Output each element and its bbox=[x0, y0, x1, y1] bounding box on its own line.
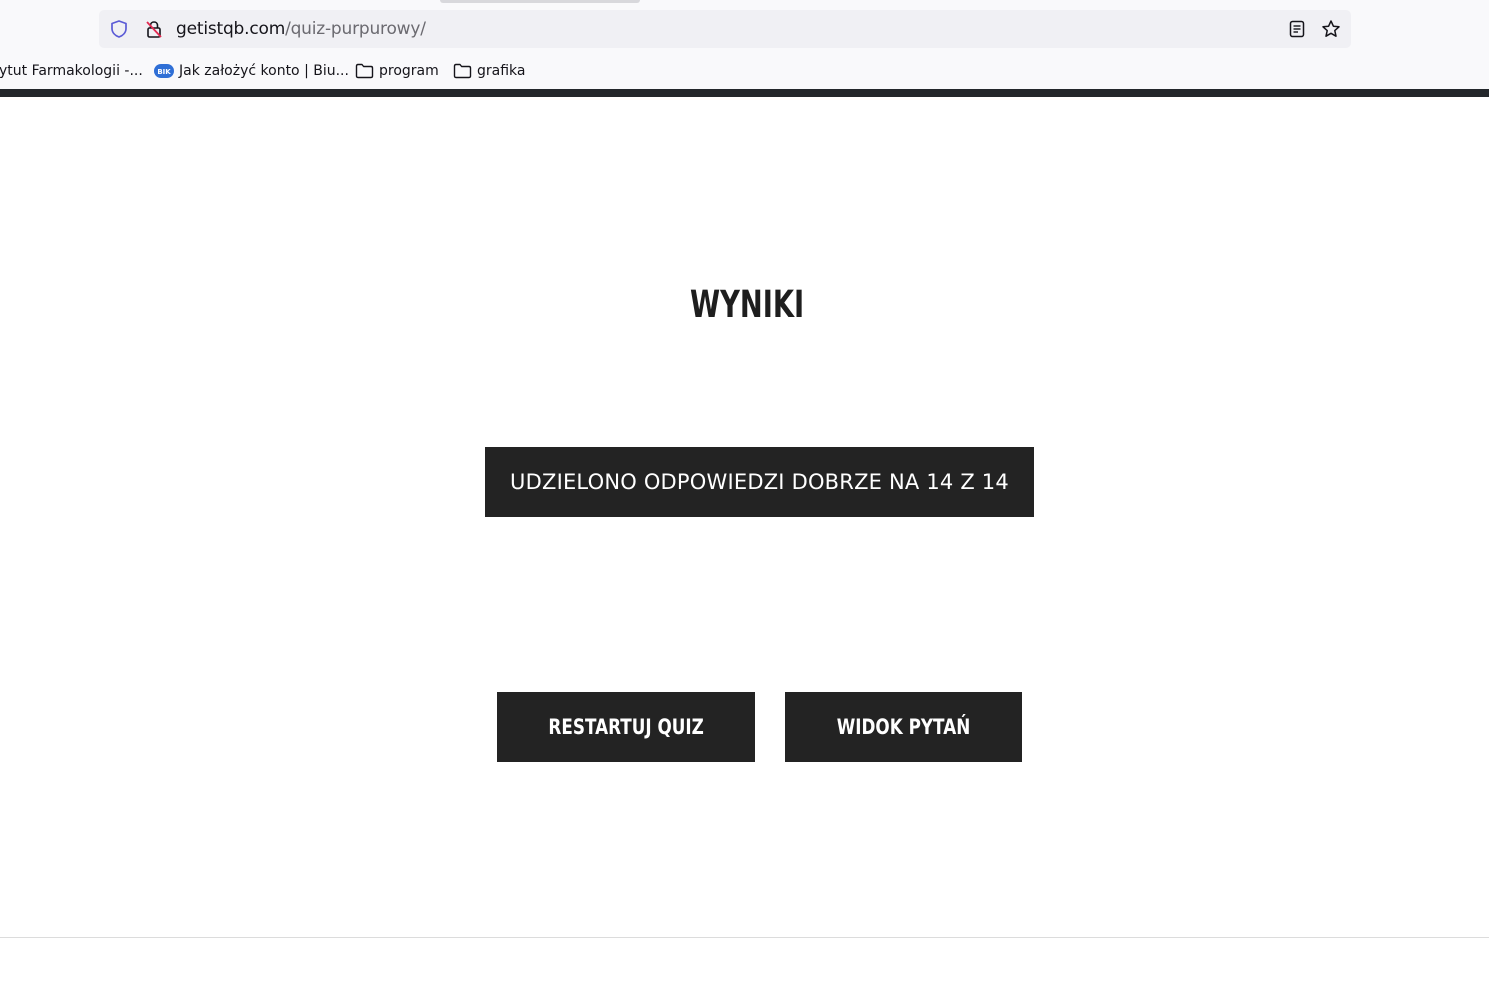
folder-icon bbox=[453, 63, 472, 79]
address-bar[interactable]: getistqb.com/quiz-purpurowy/ bbox=[99, 10, 1351, 48]
results-title: WYNIKI bbox=[690, 283, 805, 326]
restart-quiz-button[interactable]: RESTARTUJ QUIZ bbox=[497, 692, 755, 762]
browser-toolbar: getistqb.com/quiz-purpurowy/ ytut Farmak… bbox=[0, 0, 1489, 89]
active-tab-edge bbox=[440, 0, 640, 3]
bookmark-farmakologia[interactable]: ytut Farmakologii -... bbox=[0, 58, 143, 84]
bookmark-label: program bbox=[379, 63, 439, 79]
score-banner: UDZIELONO ODPOWIEDZI DOBRZE NA 14 Z 14 bbox=[485, 447, 1034, 517]
bookmark-label: ytut Farmakologii -... bbox=[0, 63, 143, 79]
bik-logo-icon: BIK bbox=[154, 64, 174, 78]
footer-divider bbox=[0, 937, 1489, 938]
bookmark-folder-program[interactable]: program bbox=[355, 58, 439, 84]
bookmark-label: Jak założyć konto | Biu... bbox=[179, 63, 349, 79]
restart-quiz-label: RESTARTUJ QUIZ bbox=[548, 715, 704, 739]
view-questions-button[interactable]: WIDOK PYTAŃ bbox=[785, 692, 1022, 762]
bookmark-bik[interactable]: BIK Jak założyć konto | Biu... bbox=[154, 58, 349, 84]
bookmark-label: grafika bbox=[477, 63, 526, 79]
svg-text:BIK: BIK bbox=[157, 68, 171, 76]
bookmark-star-icon[interactable] bbox=[1321, 19, 1341, 39]
url-domain: getistqb.com bbox=[176, 19, 286, 39]
url-path: /quiz-purpurowy/ bbox=[285, 19, 426, 39]
bookmark-folder-grafika[interactable]: grafika bbox=[453, 58, 525, 84]
url-text[interactable]: getistqb.com/quiz-purpurowy/ bbox=[176, 19, 426, 39]
tracking-protection-shield-icon[interactable] bbox=[109, 19, 129, 39]
score-text: UDZIELONO ODPOWIEDZI DOBRZE NA 14 Z 14 bbox=[510, 470, 1009, 494]
reader-view-icon[interactable] bbox=[1287, 19, 1307, 39]
site-header-strip bbox=[0, 89, 1489, 97]
view-questions-label: WIDOK PYTAŃ bbox=[836, 715, 971, 739]
bookmarks-toolbar: ytut Farmakologii -... BIK Jak założyć k… bbox=[0, 58, 1489, 84]
folder-icon bbox=[355, 63, 374, 79]
insecure-lock-icon[interactable] bbox=[144, 19, 164, 39]
